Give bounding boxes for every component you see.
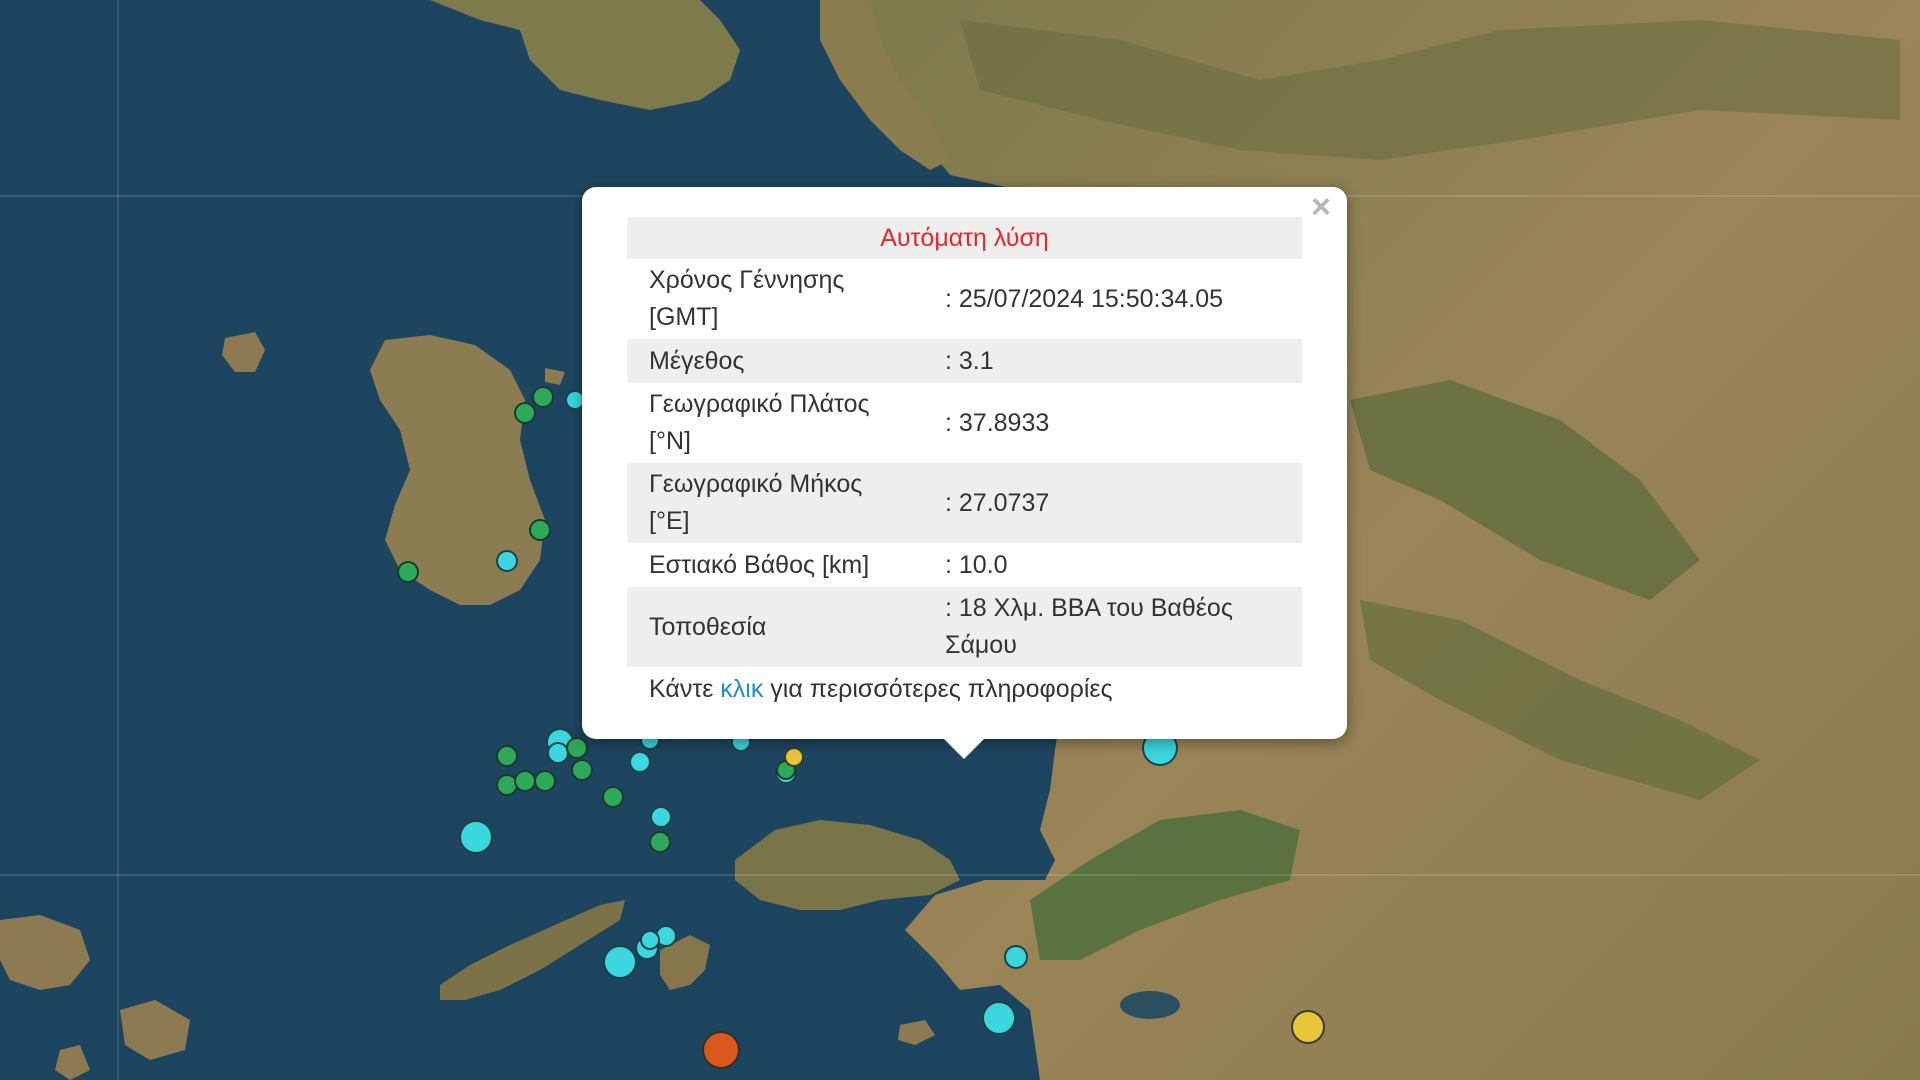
earthquake-marker[interactable] [571,759,593,781]
value-location: : 18 Χλμ. ΒΒΑ του Βαθέος Σάμου [945,587,1302,667]
row-origin-time: Χρόνος Γέννησης [GMT] : 25/07/2024 15:50:… [627,259,1302,339]
popup-footer: Κάντε κλικ για περισσότερες πληροφορίες [649,675,1113,703]
earthquake-marker[interactable] [529,519,551,541]
popup-tip [944,739,984,759]
earthquake-marker[interactable] [982,1001,1016,1035]
value-origin-time: : 25/07/2024 15:50:34.05 [945,284,1224,313]
earthquake-marker[interactable] [702,1031,740,1069]
earthquake-marker[interactable] [629,751,651,773]
value-magnitude: : 3.1 [945,339,1302,383]
row-latitude: Γεωγραφικό Πλάτος [°N] : 37.8933 [627,383,1302,463]
value-latitude: : 37.8933 [945,408,1050,437]
value-longitude: : 27.0737 [945,463,1302,543]
earthquake-marker[interactable] [534,770,556,792]
value-depth: : 10.0 [945,550,1008,579]
earthquake-marker[interactable] [397,561,419,583]
label-origin-time: Χρόνος Γέννησης [GMT] [649,266,845,331]
earthquake-info-table: Χρόνος Γέννησης [GMT] : 25/07/2024 15:50:… [627,259,1302,667]
earthquake-marker[interactable] [459,820,493,854]
popup-title: Αυτόματη λύση [627,217,1302,259]
earthquake-marker[interactable] [1291,1010,1325,1044]
row-longitude: Γεωγραφικό Μήκος [°E] : 27.0737 [627,463,1302,543]
label-location: Τοποθεσία [627,587,945,667]
label-longitude: Γεωγραφικό Μήκος [°E] [627,463,945,543]
row-depth: Εστιακό Βάθος [km] : 10.0 [627,543,1302,587]
earthquake-popup: × Αυτόματη λύση Χρόνος Γέννησης [GMT] : 2… [582,187,1347,759]
earthquake-marker[interactable] [496,550,518,572]
label-depth: Εστιακό Βάθος [km] [649,550,870,579]
earthquake-marker[interactable] [566,737,588,759]
earthquake-marker[interactable] [496,745,518,767]
earthquake-marker[interactable] [649,831,671,853]
earthquake-marker[interactable] [514,402,536,424]
earthquake-marker[interactable] [602,786,624,808]
earthquake-marker[interactable] [514,770,536,792]
earthquake-marker[interactable] [784,747,804,767]
label-latitude: Γεωγραφικό Πλάτος [°N] [649,390,870,455]
row-magnitude: Μέγεθος : 3.1 [627,339,1302,383]
earthquake-marker[interactable] [640,930,660,950]
popup-content: Αυτόματη λύση Χρόνος Γέννησης [GMT] : 25/… [627,217,1302,711]
earthquake-marker[interactable] [1004,945,1028,969]
earthquake-marker[interactable] [532,386,554,408]
earthquake-marker[interactable] [603,945,637,979]
earthquake-marker[interactable] [650,806,672,828]
label-magnitude: Μέγεθος [627,339,945,383]
more-info-link[interactable]: κλικ [720,675,763,703]
satellite-map[interactable]: × Αυτόματη λύση Χρόνος Γέννησης [GMT] : 2… [0,0,1920,1080]
close-icon[interactable]: × [1305,189,1337,225]
row-location: Τοποθεσία : 18 Χλμ. ΒΒΑ του Βαθέος Σάμου [627,587,1302,667]
lake [1120,991,1180,1019]
